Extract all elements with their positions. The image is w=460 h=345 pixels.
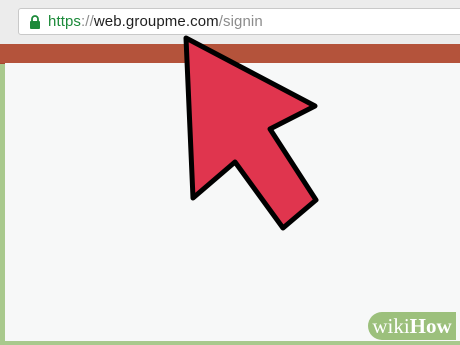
watermark-bold: How [409,313,452,338]
url-path: /signin [218,13,263,30]
address-bar[interactable]: https://web.groupme.com/signin [18,8,460,35]
url-separator: :// [81,13,94,30]
tutorial-frame: https://web.groupme.com/signin wiki How [0,0,460,345]
url-scheme: https [48,13,82,30]
signin-page-content [5,63,460,341]
url-text: https://web.groupme.com/signin [48,13,263,30]
lock-icon [29,14,41,29]
browser-toolbar: https://web.groupme.com/signin [0,0,460,44]
watermark-light: wiki [372,313,410,338]
wikihow-watermark: wiki How [368,312,456,340]
url-host: web.groupme.com [93,13,219,30]
site-header-bar [0,44,460,64]
